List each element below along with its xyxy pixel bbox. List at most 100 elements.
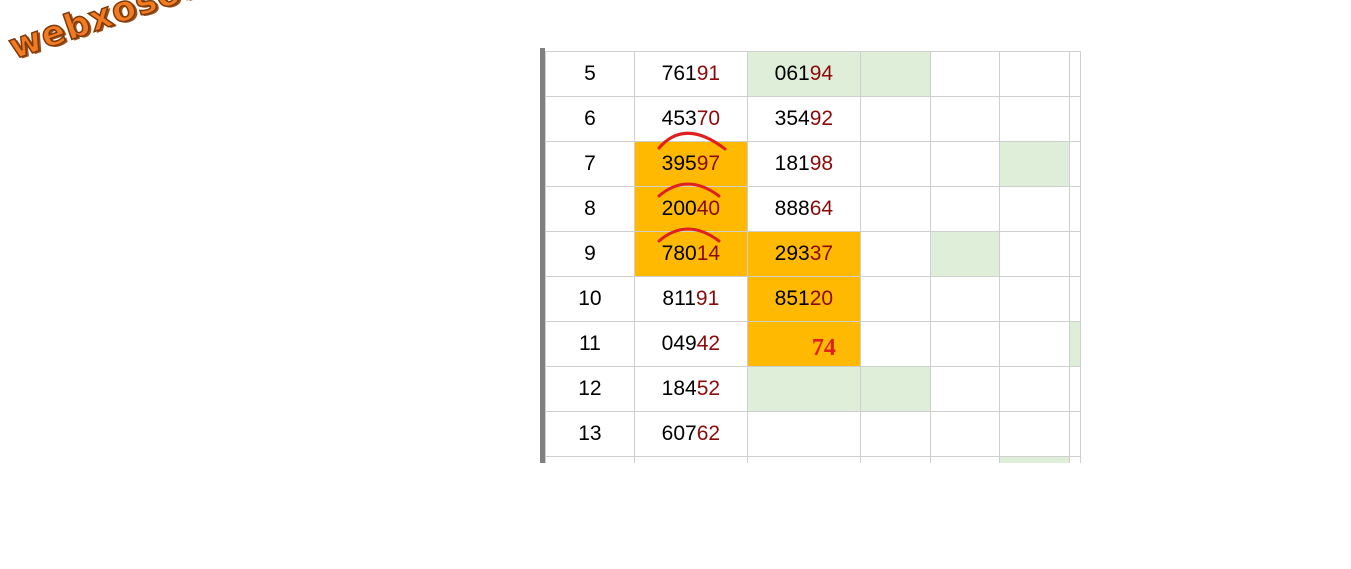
result-cell[interactable]: 60762 xyxy=(633,411,748,457)
grid-cell[interactable] xyxy=(1069,231,1081,277)
grid-cell[interactable] xyxy=(859,96,931,142)
result-tail-digits: 42 xyxy=(696,332,721,355)
grid-cell[interactable] xyxy=(929,231,1001,277)
grid-cell[interactable] xyxy=(859,141,931,187)
result-head-digits: 061 xyxy=(774,62,810,85)
result-tail-digits: 92 xyxy=(809,107,834,130)
grid-cell[interactable] xyxy=(1069,51,1081,97)
result-head-digits: 354 xyxy=(774,107,810,130)
grid-cell[interactable] xyxy=(999,276,1071,322)
grid-cell[interactable] xyxy=(1069,366,1081,412)
result-cell-highlighted[interactable]: 85120 xyxy=(746,276,861,322)
grid-cell[interactable] xyxy=(929,411,1001,457)
table-row: 12 18452 xyxy=(545,366,1081,412)
row-index-cell[interactable]: 8 xyxy=(545,186,635,232)
grid-cell[interactable] xyxy=(859,366,931,412)
row-index-cell[interactable]: 11 xyxy=(545,321,635,367)
table-row: 8 20040 88864 xyxy=(545,186,1081,232)
result-head-digits: 888 xyxy=(774,197,810,220)
row-index-cell[interactable]: 5 xyxy=(545,51,635,97)
result-tail-digits: 62 xyxy=(696,422,721,445)
grid-cell[interactable] xyxy=(1069,276,1081,322)
grid-cell[interactable] xyxy=(859,51,931,97)
grid-cell[interactable] xyxy=(999,96,1071,142)
grid-cell[interactable] xyxy=(1069,411,1081,457)
result-head-digits: 607 xyxy=(661,422,697,445)
result-head-digits: 293 xyxy=(774,242,810,265)
table-row xyxy=(545,456,1081,463)
grid-cell[interactable] xyxy=(929,366,1001,412)
result-tail-digits: 52 xyxy=(696,377,721,400)
grid-cell[interactable] xyxy=(1069,456,1081,463)
grid-cell[interactable] xyxy=(1069,186,1081,232)
table-row: 11 04942 74 xyxy=(545,321,1081,367)
frozen-column-divider xyxy=(540,48,545,463)
result-head-digits: 761 xyxy=(661,62,697,85)
grid-cell[interactable] xyxy=(859,231,931,277)
result-head-digits: 181 xyxy=(774,152,810,175)
result-cell[interactable]: 18198 xyxy=(746,141,861,187)
grid-cell[interactable] xyxy=(859,276,931,322)
hand-drawn-arc-icon xyxy=(657,182,721,198)
row-index-cell[interactable]: 12 xyxy=(545,366,635,412)
row-index-cell[interactable] xyxy=(545,456,635,463)
hand-drawn-arc-icon xyxy=(657,131,727,151)
result-cell[interactable]: 35492 xyxy=(746,96,861,142)
result-tail-digits: 20 xyxy=(809,287,834,310)
result-cell[interactable]: 88864 xyxy=(746,186,861,232)
grid-cell[interactable] xyxy=(999,186,1071,232)
table-row: 10 81191 85120 xyxy=(545,276,1081,322)
table-row: 7 39597 18198 xyxy=(545,141,1081,187)
result-cell[interactable]: 76191 xyxy=(633,51,748,97)
grid-cell[interactable] xyxy=(929,456,1001,463)
result-tail-digits: 64 xyxy=(809,197,834,220)
result-tail-digits: 91 xyxy=(695,287,720,310)
row-index-cell[interactable]: 7 xyxy=(545,141,635,187)
grid-cell[interactable] xyxy=(929,96,1001,142)
grid-cell[interactable] xyxy=(929,186,1001,232)
grid-cell[interactable] xyxy=(859,456,931,463)
result-cell[interactable]: 04942 xyxy=(633,321,748,367)
grid-cell[interactable] xyxy=(929,276,1001,322)
lottery-results-grid: 5 76191 06194 6 45370 35492 7 39597 1819… xyxy=(545,51,1081,463)
result-cell-highlighted[interactable]: 29337 xyxy=(746,231,861,277)
row-index-cell[interactable]: 13 xyxy=(545,411,635,457)
result-tail-digits: 97 xyxy=(696,152,721,175)
grid-cell[interactable] xyxy=(1069,321,1081,367)
result-cell[interactable]: 06194 xyxy=(746,51,861,97)
result-head-digits: 184 xyxy=(661,377,697,400)
row-index-cell[interactable]: 6 xyxy=(545,96,635,142)
spreadsheet-view: 5 76191 06194 6 45370 35492 7 39597 1819… xyxy=(540,48,1081,463)
grid-cell[interactable] xyxy=(929,51,1001,97)
grid-cell[interactable] xyxy=(1069,96,1081,142)
grid-cell[interactable] xyxy=(999,231,1071,277)
result-tail-digits: 91 xyxy=(696,62,721,85)
grid-cell[interactable] xyxy=(859,186,931,232)
grid-cell[interactable] xyxy=(999,366,1071,412)
result-head-digits: 851 xyxy=(774,287,810,310)
handwritten-prediction-number: 74 xyxy=(811,334,836,361)
result-cell[interactable] xyxy=(746,456,861,463)
result-cell[interactable] xyxy=(633,456,748,463)
result-tail-digits: 37 xyxy=(809,242,834,265)
grid-cell[interactable] xyxy=(999,456,1071,463)
grid-cell[interactable] xyxy=(999,321,1071,367)
row-index-cell[interactable]: 10 xyxy=(545,276,635,322)
grid-cell[interactable] xyxy=(999,411,1071,457)
row-index-cell[interactable]: 9 xyxy=(545,231,635,277)
result-tail-digits: 98 xyxy=(809,152,834,175)
grid-cell[interactable] xyxy=(929,141,1001,187)
grid-cell[interactable] xyxy=(929,321,1001,367)
result-cell-highlighted[interactable]: 74 xyxy=(746,321,861,367)
grid-cell[interactable] xyxy=(859,411,931,457)
grid-cell[interactable] xyxy=(999,141,1071,187)
grid-cell[interactable] xyxy=(999,51,1071,97)
webxoso-watermark-logo: webxoso.net xyxy=(3,0,266,69)
grid-cell[interactable] xyxy=(859,321,931,367)
result-cell[interactable] xyxy=(746,366,861,412)
result-cell[interactable] xyxy=(746,411,861,457)
result-tail-digits: 94 xyxy=(809,62,834,85)
grid-cell[interactable] xyxy=(1069,141,1081,187)
result-cell[interactable]: 18452 xyxy=(633,366,748,412)
result-cell[interactable]: 81191 xyxy=(633,276,748,322)
